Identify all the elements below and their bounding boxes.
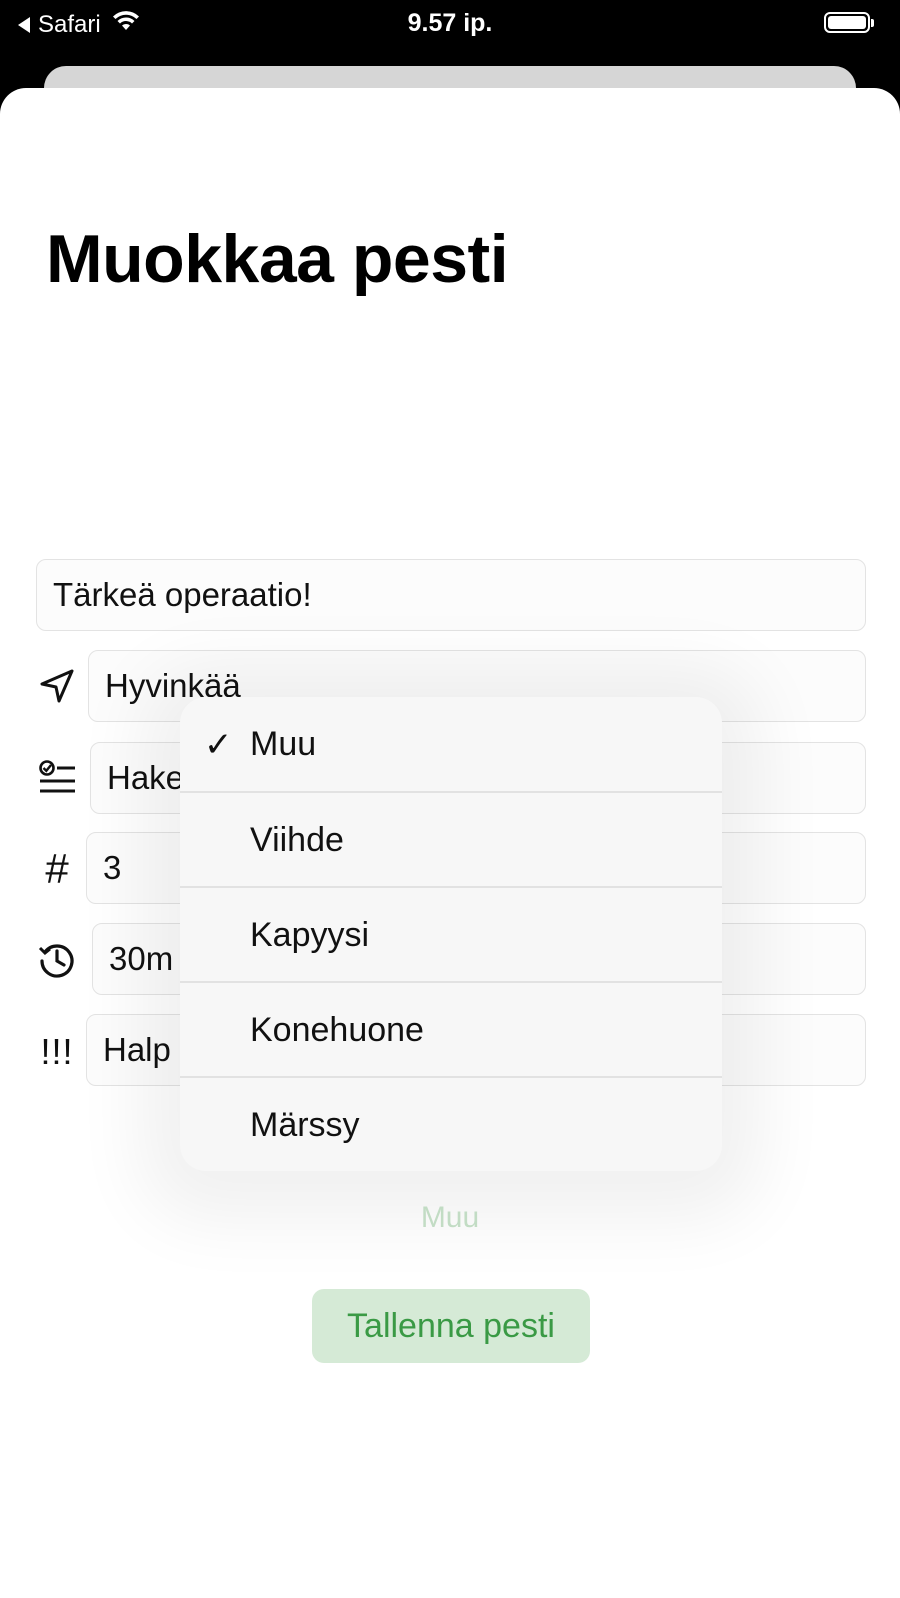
- status-time: 9.57 ip.: [407, 9, 493, 37]
- priority-icon: !!!: [40, 1031, 74, 1072]
- hash-icon: #: [45, 845, 69, 892]
- status-bar: Safari 9.57 ip.: [0, 0, 900, 60]
- menu-item-viihde[interactable]: Viihde: [180, 793, 722, 888]
- checkmark-icon: ✓: [204, 725, 233, 764]
- save-button[interactable]: Tallenna pesti: [312, 1289, 590, 1363]
- menu-item-label: Märssy: [250, 1106, 360, 1144]
- category-picker-value[interactable]: Muu: [0, 1201, 900, 1235]
- battery-icon: [824, 12, 874, 33]
- menu-item-muu[interactable]: ✓ Muu: [180, 697, 722, 792]
- location-arrow-icon: [36, 665, 78, 707]
- menu-item-label: Kapyysi: [250, 916, 370, 954]
- menu-item-label: Viihde: [250, 821, 344, 859]
- category-menu: ✓ Muu Viihde Kapyysi Konehuone Märssy: [180, 697, 722, 1171]
- menu-item-marssy[interactable]: Märssy: [180, 1078, 722, 1171]
- history-icon: [36, 939, 78, 981]
- menu-item-kapyysi[interactable]: Kapyysi: [180, 888, 722, 983]
- title-field[interactable]: Tärkeä operaatio!: [36, 559, 866, 631]
- menu-item-label: Konehuone: [250, 1011, 424, 1049]
- checklist-icon: [36, 756, 78, 798]
- menu-item-label: Muu: [250, 725, 317, 763]
- page-title: Muokkaa pesti: [46, 221, 509, 297]
- menu-item-konehuone[interactable]: Konehuone: [180, 983, 722, 1078]
